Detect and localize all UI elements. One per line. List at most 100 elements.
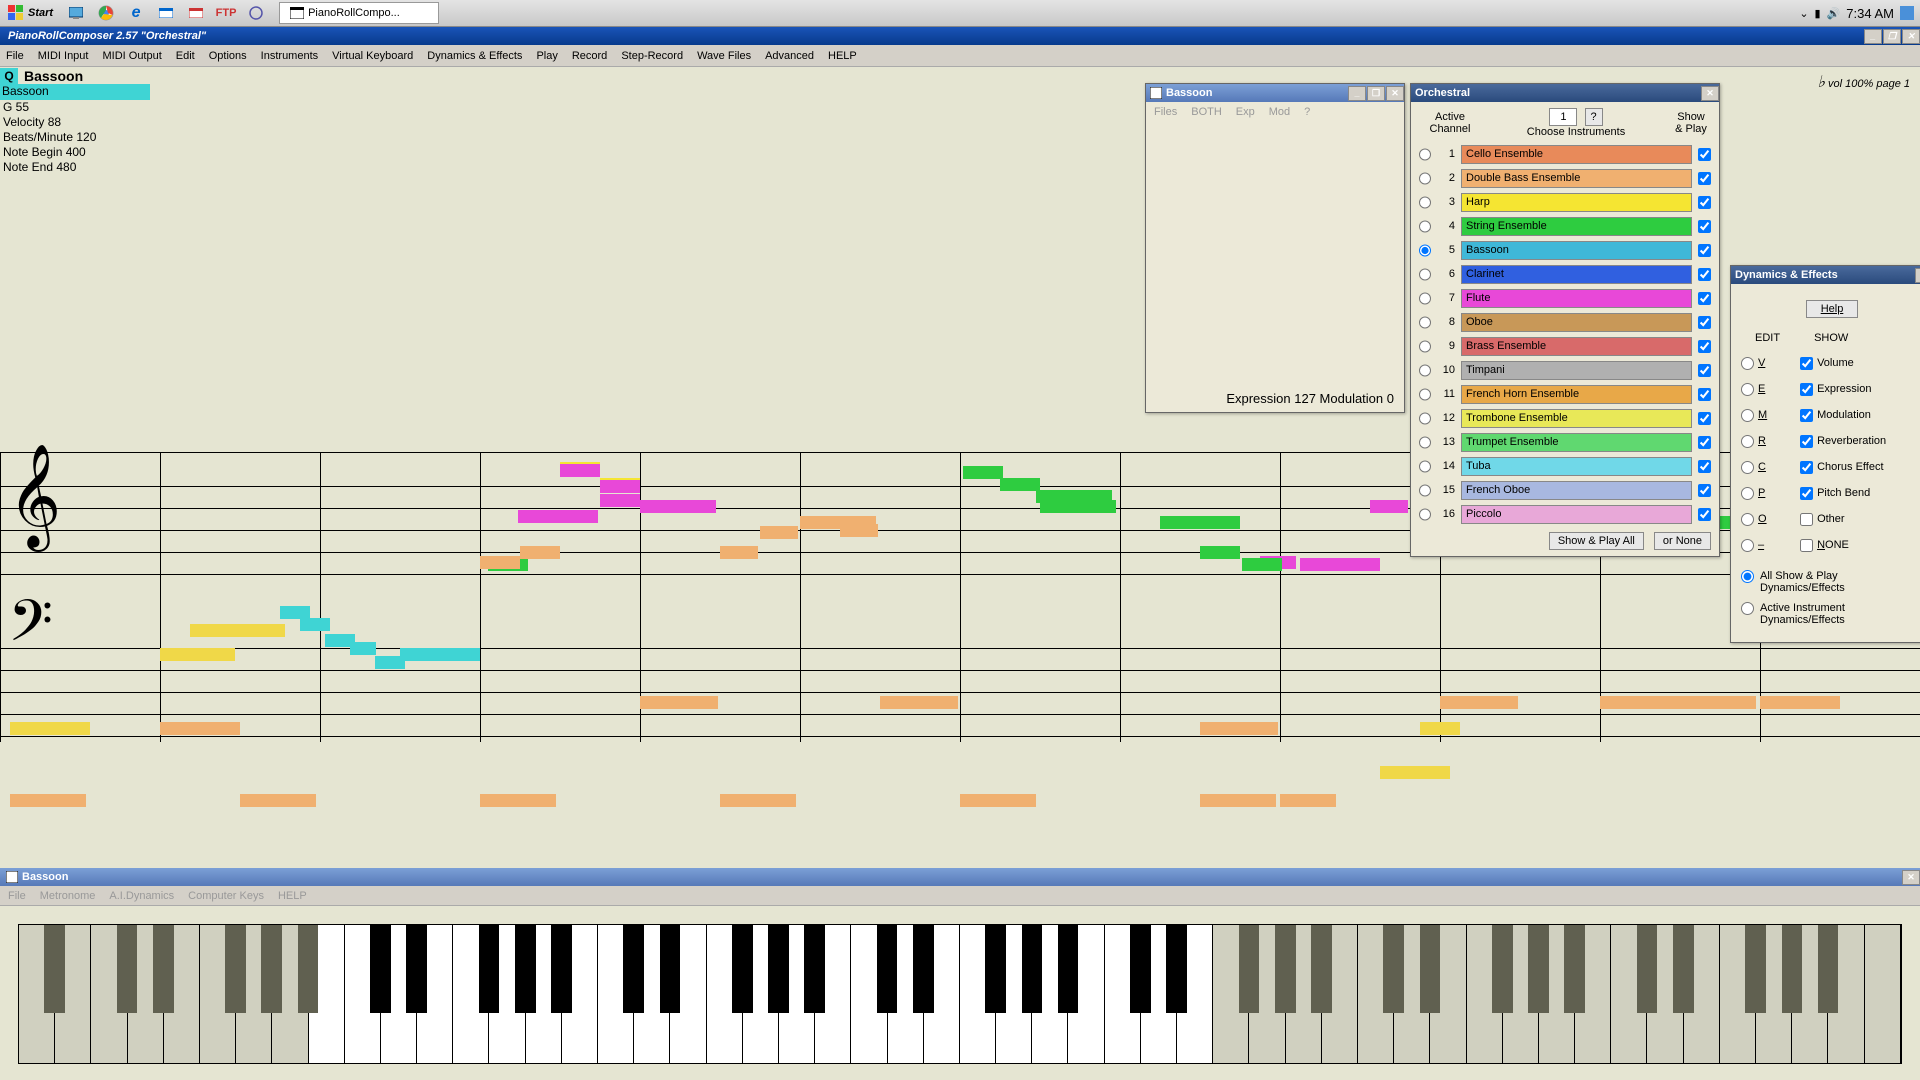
note[interactable] bbox=[160, 722, 240, 735]
note[interactable] bbox=[640, 696, 718, 709]
channel-radio[interactable] bbox=[1419, 316, 1431, 329]
menu-file[interactable]: File bbox=[6, 50, 24, 62]
black-key[interactable] bbox=[1130, 925, 1151, 1013]
show-play-checkbox[interactable] bbox=[1698, 340, 1711, 353]
start-button[interactable]: Start bbox=[0, 3, 61, 23]
panel-maximize-button[interactable]: ❐ bbox=[1367, 86, 1385, 101]
dock-menu-item[interactable]: Metronome bbox=[40, 890, 96, 902]
note[interactable] bbox=[1300, 558, 1380, 571]
black-key[interactable] bbox=[1782, 925, 1803, 1013]
black-key[interactable] bbox=[1745, 925, 1766, 1013]
black-key[interactable] bbox=[370, 925, 391, 1013]
edit-radio[interactable] bbox=[1741, 383, 1754, 396]
note[interactable] bbox=[600, 480, 640, 493]
note[interactable] bbox=[720, 794, 796, 807]
note[interactable] bbox=[1242, 558, 1282, 571]
show-play-checkbox[interactable] bbox=[1698, 148, 1711, 161]
note[interactable] bbox=[480, 794, 556, 807]
tray-chevron-icon[interactable]: ⌄ bbox=[1799, 7, 1808, 20]
instrument-button[interactable]: Clarinet bbox=[1461, 265, 1692, 284]
show-play-checkbox[interactable] bbox=[1698, 412, 1711, 425]
note[interactable] bbox=[1160, 516, 1240, 529]
edit-radio[interactable] bbox=[1741, 409, 1754, 422]
black-key[interactable] bbox=[1058, 925, 1079, 1013]
channel-radio[interactable] bbox=[1419, 460, 1431, 473]
note[interactable] bbox=[1200, 794, 1276, 807]
note[interactable] bbox=[1760, 696, 1840, 709]
instrument-button[interactable]: Bassoon bbox=[1461, 241, 1692, 260]
minimize-button[interactable]: _ bbox=[1864, 29, 1882, 44]
black-key[interactable] bbox=[1637, 925, 1658, 1013]
instrument-button[interactable]: Trumpet Ensemble bbox=[1461, 433, 1692, 452]
note[interactable] bbox=[520, 546, 560, 559]
note[interactable] bbox=[640, 500, 716, 513]
channel-radio[interactable] bbox=[1419, 388, 1431, 401]
instrument-button[interactable]: Piccolo bbox=[1461, 505, 1692, 524]
or-none-button[interactable]: or None bbox=[1654, 532, 1711, 550]
black-key[interactable] bbox=[732, 925, 753, 1013]
black-key[interactable] bbox=[515, 925, 536, 1013]
channel-radio[interactable] bbox=[1419, 436, 1431, 449]
edit-radio[interactable] bbox=[1741, 461, 1754, 474]
channel-radio[interactable] bbox=[1419, 172, 1431, 185]
black-key[interactable] bbox=[768, 925, 789, 1013]
tray-icon-ie[interactable]: e bbox=[125, 3, 147, 23]
menu-dynamicseffects[interactable]: Dynamics & Effects bbox=[427, 50, 522, 62]
note[interactable] bbox=[1200, 546, 1240, 559]
edit-radio[interactable] bbox=[1741, 435, 1754, 448]
help-button[interactable]: ? bbox=[1585, 108, 1603, 126]
show-play-checkbox[interactable] bbox=[1698, 196, 1711, 209]
menu-virtualkeyboard[interactable]: Virtual Keyboard bbox=[332, 50, 413, 62]
instrument-button[interactable]: Timpani bbox=[1461, 361, 1692, 380]
black-key[interactable] bbox=[877, 925, 898, 1013]
instrument-button[interactable]: Oboe bbox=[1461, 313, 1692, 332]
dock-menu-item[interactable]: Computer Keys bbox=[188, 890, 264, 902]
tray-volume-icon[interactable]: 🔊 bbox=[1827, 7, 1841, 20]
note[interactable] bbox=[1000, 478, 1040, 491]
note[interactable] bbox=[600, 494, 640, 507]
black-key[interactable] bbox=[117, 925, 138, 1013]
menu-midioutput[interactable]: MIDI Output bbox=[102, 50, 161, 62]
note[interactable] bbox=[1420, 722, 1460, 735]
note[interactable] bbox=[350, 642, 376, 655]
show-checkbox[interactable] bbox=[1800, 435, 1813, 448]
note[interactable] bbox=[480, 556, 520, 569]
show-checkbox[interactable] bbox=[1800, 357, 1813, 370]
all-show-play-radio[interactable] bbox=[1741, 570, 1754, 583]
instrument-button[interactable]: Trombone Ensemble bbox=[1461, 409, 1692, 428]
channel-radio[interactable] bbox=[1419, 292, 1431, 305]
channel-radio[interactable] bbox=[1419, 220, 1431, 233]
menu-help[interactable]: HELP bbox=[828, 50, 857, 62]
edit-radio[interactable] bbox=[1741, 513, 1754, 526]
instrument-button[interactable]: String Ensemble bbox=[1461, 217, 1692, 236]
taskbar-app-button[interactable]: PianoRollCompo... bbox=[279, 2, 439, 24]
instrument-button[interactable]: Cello Ensemble bbox=[1461, 145, 1692, 164]
help-button[interactable]: Help bbox=[1806, 300, 1859, 318]
bassoon-menu-item[interactable]: Mod bbox=[1269, 106, 1290, 118]
tray-icon-ftp[interactable]: FTP bbox=[215, 3, 237, 23]
black-key[interactable] bbox=[153, 925, 174, 1013]
instrument-button[interactable]: Tuba bbox=[1461, 457, 1692, 476]
menu-advanced[interactable]: Advanced bbox=[765, 50, 814, 62]
instrument-button[interactable]: Double Bass Ensemble bbox=[1461, 169, 1692, 188]
black-key[interactable] bbox=[1239, 925, 1260, 1013]
note[interactable] bbox=[840, 524, 878, 537]
black-key[interactable] bbox=[1275, 925, 1296, 1013]
note[interactable] bbox=[560, 464, 600, 477]
tray-network-icon[interactable]: ▮ bbox=[1815, 7, 1821, 20]
black-key[interactable] bbox=[804, 925, 825, 1013]
black-key[interactable] bbox=[1420, 925, 1441, 1013]
black-key[interactable] bbox=[1383, 925, 1404, 1013]
note[interactable] bbox=[400, 648, 480, 661]
bassoon-menu-item[interactable]: Files bbox=[1154, 106, 1177, 118]
note[interactable] bbox=[10, 794, 86, 807]
bassoon-menu-item[interactable]: ? bbox=[1304, 106, 1310, 118]
bassoon-menu-item[interactable]: BOTH bbox=[1191, 106, 1222, 118]
show-play-checkbox[interactable] bbox=[1698, 460, 1711, 473]
panel-minimize-button[interactable]: _ bbox=[1348, 86, 1366, 101]
note[interactable] bbox=[160, 648, 235, 661]
note[interactable] bbox=[1040, 500, 1116, 513]
note[interactable] bbox=[760, 526, 798, 539]
black-key[interactable] bbox=[985, 925, 1006, 1013]
note[interactable] bbox=[720, 546, 758, 559]
